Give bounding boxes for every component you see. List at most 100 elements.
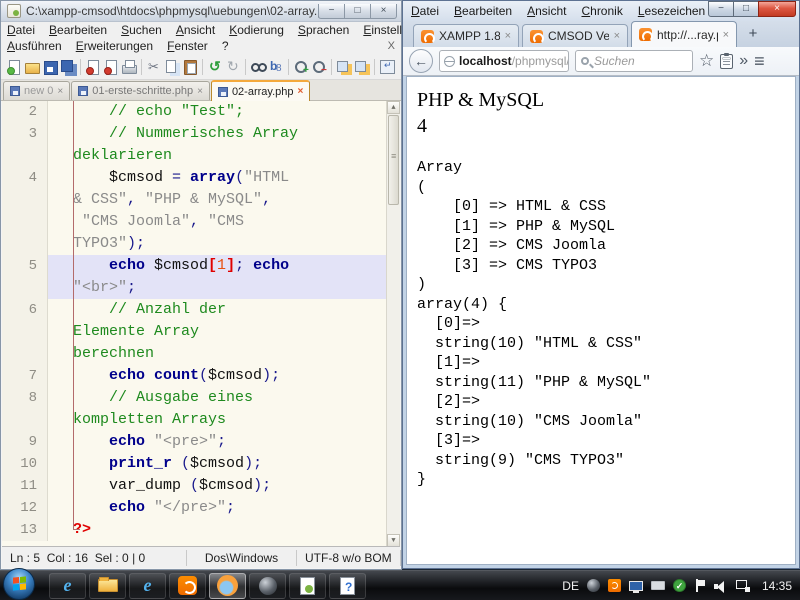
tab-close-icon[interactable]: × xyxy=(298,86,304,97)
xampp-favicon xyxy=(421,30,434,43)
paste-icon[interactable] xyxy=(181,58,199,76)
menu-kodierung[interactable]: Kodierung xyxy=(229,23,284,37)
line-number: 13 xyxy=(2,519,48,541)
copy-icon[interactable] xyxy=(163,58,181,76)
tray-keyboard-icon[interactable] xyxy=(651,581,665,590)
tray-xampp-icon[interactable] xyxy=(608,579,621,592)
tray-volume-icon[interactable] xyxy=(714,580,728,592)
hamburger-menu-icon[interactable]: ≡ xyxy=(754,53,765,69)
sync-h-icon[interactable] xyxy=(353,58,371,76)
sync-v-icon[interactable] xyxy=(335,58,353,76)
search-input[interactable]: Suchen xyxy=(575,50,693,72)
minimize-button[interactable]: − xyxy=(318,4,345,19)
editor-scrollbar[interactable]: ▲ ▼ xyxy=(386,101,400,547)
code-text: // Nummerisches Array xyxy=(48,123,386,145)
open-file-icon[interactable] xyxy=(23,58,41,76)
taskbar-button-xampp[interactable] xyxy=(169,573,206,599)
editor-tab-02-array-php[interactable]: 02-array.php× xyxy=(211,80,310,101)
firefox-menu-ansicht[interactable]: Ansicht xyxy=(527,4,566,18)
line-number: 12 xyxy=(2,497,48,519)
taskbar-button-firefox[interactable] xyxy=(209,573,246,599)
firefox-menu-chronik[interactable]: Chronik xyxy=(581,4,622,18)
print-icon[interactable] xyxy=(120,58,138,76)
new-tab-button[interactable]: + xyxy=(740,25,766,45)
new-file-icon[interactable] xyxy=(5,58,23,76)
redo-icon[interactable] xyxy=(224,58,242,76)
minimize-button[interactable]: − xyxy=(708,1,734,17)
back-button[interactable]: ← xyxy=(409,49,433,73)
menu-fenster[interactable]: Fenster xyxy=(167,39,208,53)
find-icon[interactable] xyxy=(249,58,267,76)
taskbar-clock[interactable]: 14:35 xyxy=(762,579,792,593)
browser-tab-xampp-1-8-3[interactable]: XAMPP 1.8.3 × xyxy=(413,24,519,47)
editor-tab-01-erste-schritte-php[interactable]: 01-erste-schritte.php× xyxy=(71,81,210,100)
tab-close-icon[interactable]: × xyxy=(505,30,511,42)
tray-network-icon[interactable] xyxy=(736,580,750,592)
taskbar-button-help-file[interactable] xyxy=(329,573,366,599)
menu-sprachen[interactable]: Sprachen xyxy=(298,23,349,37)
zoom-in-icon[interactable] xyxy=(292,58,310,76)
tab-close-icon[interactable]: × xyxy=(57,86,63,97)
tray-display-icon[interactable] xyxy=(629,581,643,591)
taskbar-button-internet-explorer-2[interactable]: e xyxy=(129,573,166,599)
bookmarks-list-icon[interactable] xyxy=(720,54,733,69)
tab-close-icon[interactable]: × xyxy=(197,86,203,97)
tab-label: http://...ray.php xyxy=(657,28,718,42)
taskbar-buttons: ee xyxy=(49,573,366,599)
language-indicator[interactable]: DE xyxy=(562,579,579,593)
windows-flag-icon xyxy=(13,576,26,590)
firefox-menu-lesezeichen[interactable]: Lesezeichen xyxy=(638,4,705,18)
tab-label: XAMPP 1.8.3 xyxy=(439,29,500,43)
save-icon[interactable] xyxy=(41,58,59,76)
undo-icon[interactable] xyxy=(206,58,224,76)
line-number: 5 xyxy=(2,255,48,277)
code-text: & CSS", "PHP & MySQL", xyxy=(48,189,386,211)
firefox-menu-bearbeiten[interactable]: Bearbeiten xyxy=(454,4,512,18)
tab-close-icon[interactable]: × xyxy=(614,30,620,42)
menubar-close-button[interactable]: X xyxy=(388,40,395,52)
menu-ansicht[interactable]: Ansicht xyxy=(176,23,215,37)
save-all-icon[interactable] xyxy=(59,58,77,76)
scroll-up-icon[interactable]: ▲ xyxy=(387,101,400,114)
tab-close-icon[interactable]: × xyxy=(723,29,729,41)
replace-icon[interactable] xyxy=(267,58,285,76)
word-wrap-icon[interactable] xyxy=(378,58,396,76)
tray-action-center-flag-icon[interactable] xyxy=(694,579,706,592)
maximize-button[interactable]: □ xyxy=(733,1,759,17)
toolbar-separator xyxy=(288,59,289,75)
menu-datei[interactable]: Datei xyxy=(7,23,35,37)
taskbar-button-media-player[interactable] xyxy=(249,573,286,599)
zoom-out-icon[interactable] xyxy=(310,58,328,76)
menu-erweiterungen[interactable]: Erweiterungen xyxy=(76,39,153,53)
maximize-button[interactable]: □ xyxy=(344,4,371,19)
cut-icon[interactable] xyxy=(145,58,163,76)
close-button[interactable]: × xyxy=(758,1,796,17)
menu-[interactable]: ? xyxy=(222,39,229,53)
bookmark-star-icon[interactable]: ☆ xyxy=(699,53,714,69)
start-button[interactable] xyxy=(3,568,35,600)
code-editor[interactable]: 2 // echo "Test";3 // Nummerisches Array… xyxy=(2,101,400,547)
firefox-menu-datei[interactable]: Datei xyxy=(411,4,439,18)
notepadpp-titlebar[interactable]: C:\xampp-cmsod\htdocs\phpmysql\uebungen\… xyxy=(1,1,401,22)
eol-format: Dos\Windows xyxy=(187,550,297,566)
close-button[interactable]: × xyxy=(370,4,397,19)
menu-ausf-hren[interactable]: Ausführen xyxy=(7,39,62,53)
browser-tab-http-ray-php[interactable]: http://...ray.php × xyxy=(631,21,737,47)
close-all-icon[interactable] xyxy=(102,58,120,76)
menu-suchen[interactable]: Suchen xyxy=(121,23,162,37)
tray-antivirus-icon[interactable]: ✓ xyxy=(673,579,686,592)
browser-tab-cmsod-versio[interactable]: CMSOD Versio...× xyxy=(522,24,628,47)
firefox-menubar: Datei Bearbeiten Ansicht Chronik Lesezeichen… xyxy=(403,1,799,21)
taskbar-button-notepadpp[interactable] xyxy=(289,573,326,599)
taskbar-button-internet-explorer[interactable]: e xyxy=(49,573,86,599)
editor-tab-new-0[interactable]: new 0× xyxy=(3,81,70,100)
overflow-chevron-icon[interactable]: » xyxy=(739,53,748,69)
menu-bearbeiten[interactable]: Bearbeiten xyxy=(49,23,107,37)
taskbar-button-windows-explorer[interactable] xyxy=(89,573,126,599)
tray-app-sphere-icon[interactable] xyxy=(587,579,600,592)
system-tray: DE ✓ 14:35 xyxy=(562,579,800,593)
url-bar[interactable]: localhost /phpmysql/uel ▾ ↻ xyxy=(439,50,569,72)
taskbar: ee DE ✓ 14:35 xyxy=(0,570,800,600)
scrollbar-thumb[interactable] xyxy=(388,115,399,205)
close-icon[interactable] xyxy=(84,58,102,76)
